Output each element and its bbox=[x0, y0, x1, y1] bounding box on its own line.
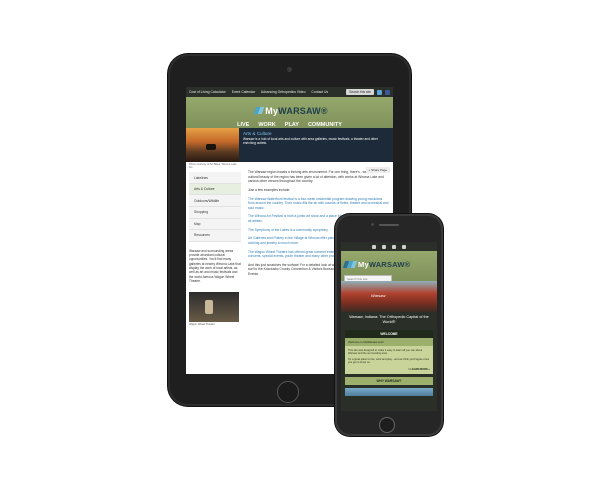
site-logo[interactable]: MyWARSAW® bbox=[251, 105, 328, 116]
why-warsaw-image bbox=[345, 387, 433, 396]
sidebar: Lakelines Arts & Culture Outdoors/Wildli… bbox=[186, 170, 244, 326]
twitter-icon[interactable] bbox=[382, 244, 386, 249]
sidebar-item-resources[interactable]: Resources bbox=[189, 230, 241, 242]
article-paragraph: Just a few examples include: bbox=[248, 188, 291, 193]
section-banner: Arts & Culture Warsaw is a hub of local … bbox=[186, 128, 393, 162]
search-input[interactable]: Search this site bbox=[346, 89, 374, 95]
tablet-utility-bar: Cost of Living Calculator Event Calendar… bbox=[186, 87, 393, 97]
twitter-icon[interactable] bbox=[377, 89, 382, 95]
welcome-title: WELCOME bbox=[345, 329, 433, 338]
sidebar-item-arts-culture[interactable]: Arts & Culture bbox=[189, 183, 241, 196]
logo-name: WARSAW bbox=[368, 260, 405, 269]
sidebar-item-map[interactable]: Map bbox=[189, 218, 241, 231]
logo-mark-icon bbox=[251, 107, 265, 114]
tablet-camera bbox=[287, 67, 292, 72]
sidebar-nav: Lakelines Arts & Culture Outdoors/Wildli… bbox=[189, 172, 241, 242]
banner-image bbox=[186, 128, 239, 162]
share-page-button[interactable]: + Share Page bbox=[365, 167, 390, 173]
learn-more-link[interactable]: > LEARN MORE » bbox=[345, 368, 433, 374]
phone-hero-image: Warsaw bbox=[341, 281, 437, 312]
sidebar-item-shopping[interactable]: Shopping bbox=[189, 207, 241, 219]
welcome-subtitle: Welcome to MyWarsaw.com! bbox=[345, 337, 433, 346]
sidebar-text: Warsaw and surrounding areas provide abu… bbox=[189, 248, 241, 283]
welcome-body-2: It's a great place to live, work and pla… bbox=[348, 357, 430, 365]
logo-trademark: ® bbox=[404, 260, 411, 269]
sidebar-image bbox=[189, 292, 239, 323]
logo-mark-icon bbox=[342, 261, 358, 268]
facebook-icon[interactable] bbox=[385, 89, 390, 95]
phone-logo[interactable]: MyWARSAW® bbox=[342, 260, 411, 269]
tablet-header: MyWARSAW® LIVE WORK PLAY COMMUNITY bbox=[186, 97, 393, 128]
sidebar-item-lakelines[interactable]: Lakelines bbox=[189, 172, 241, 184]
sidebar-image-caption: Wagon Wheel Theatre bbox=[189, 323, 215, 327]
search-icon[interactable] bbox=[402, 244, 406, 249]
logo-name: WARSAW bbox=[278, 105, 321, 116]
welcome-body-1: This site was designed to make it easy t… bbox=[348, 348, 423, 356]
welcome-body: This site was designed to make it easy t… bbox=[345, 346, 433, 368]
phone-utility-bar bbox=[341, 242, 437, 251]
phone-home-button[interactable] bbox=[379, 417, 395, 433]
phone-camera bbox=[371, 223, 374, 226]
article-paragraph[interactable]: The Warsaw Waterfront festival is a four… bbox=[248, 197, 389, 211]
youtube-icon[interactable] bbox=[372, 244, 376, 249]
logo-prefix: My bbox=[358, 260, 369, 269]
phone-device: MyWARSAW® Search this site Warsaw Warsaw… bbox=[335, 214, 443, 436]
banner-title: Arts & Culture bbox=[242, 131, 272, 136]
hero-tagline: Warsaw bbox=[371, 293, 386, 298]
phone-header: MyWARSAW® Search this site bbox=[341, 251, 437, 283]
phone-speaker bbox=[379, 224, 399, 226]
nav-cost-of-living[interactable]: Cost of Living Calculator bbox=[189, 90, 226, 94]
logo-trademark: ® bbox=[320, 105, 328, 116]
nav-event-calendar[interactable]: Event Calendar bbox=[232, 90, 255, 94]
phone-screen: MyWARSAW® Search this site Warsaw Warsaw… bbox=[341, 242, 437, 411]
nav-orthopedics-video[interactable]: Advancing Orthopedics Video bbox=[261, 90, 306, 94]
tablet-home-button[interactable] bbox=[277, 381, 299, 403]
nav-contact-us[interactable]: Contact Us bbox=[311, 90, 328, 94]
facebook-icon[interactable] bbox=[392, 244, 396, 249]
phone-caption: Warsaw, Indiana: The Orthopedic Capital … bbox=[341, 312, 437, 328]
utility-right: Search this site bbox=[346, 89, 390, 95]
welcome-box: WELCOME Welcome to MyWarsaw.com! This si… bbox=[345, 329, 433, 374]
utility-nav: Cost of Living Calculator Event Calendar… bbox=[189, 90, 333, 94]
why-warsaw-heading[interactable]: WHY WARSAW? bbox=[345, 376, 433, 385]
banner-caption: Photo courtesy of Art Bikes, Winona Lake… bbox=[189, 163, 237, 170]
sidebar-item-outdoors[interactable]: Outdoors/Wildlife bbox=[189, 195, 241, 207]
banner-description: Warsaw is a hub of local arts and cultur… bbox=[242, 137, 378, 146]
logo-prefix: My bbox=[265, 105, 279, 116]
